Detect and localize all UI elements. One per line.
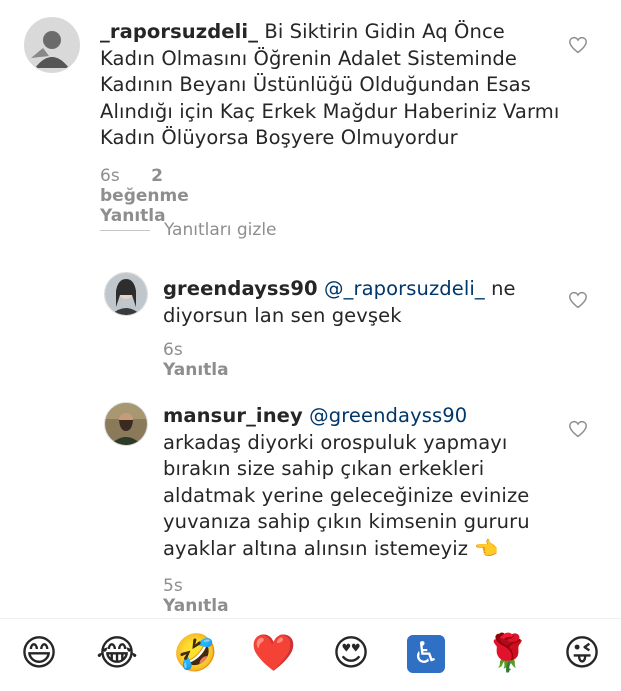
mention-link[interactable]: @greendayss90 <box>309 404 467 427</box>
timestamp: 6s <box>163 340 183 360</box>
red-heart-emoji-icon[interactable]: ❤️ <box>251 632 296 676</box>
rolling-laughing-emoji-icon[interactable]: 🤣 <box>173 632 218 676</box>
divider-line <box>100 229 150 231</box>
avatar-image <box>105 403 147 445</box>
username[interactable]: _raporsuzdeli_ <box>100 20 258 43</box>
reply-text: mansur_iney @greendayss90 arkadaş diyork… <box>163 403 563 562</box>
username[interactable]: mansur_iney <box>163 404 303 427</box>
username[interactable]: greendayss90 <box>163 277 318 300</box>
reply-button[interactable]: Yanıtla <box>163 596 229 616</box>
tears-of-joy-emoji-icon[interactable]: 😂 <box>95 632 139 676</box>
comment-meta: 6s 2 beğenme Yanıtla <box>100 166 215 226</box>
reply-button[interactable]: Yanıtla <box>163 360 229 380</box>
timestamp: 6s <box>100 166 120 186</box>
comment-text: _raporsuzdeli_ Bi Siktirin Gidin Aq Önce… <box>100 19 560 152</box>
like-heart-icon[interactable] <box>568 420 588 438</box>
timestamp: 5s <box>163 576 183 596</box>
avatar-image <box>105 273 147 315</box>
hide-replies-label: Yanıtları gizle <box>164 220 277 240</box>
avatar[interactable] <box>104 402 148 446</box>
mention-link[interactable]: @_raporsuzdeli_ <box>324 277 485 300</box>
wheelchair-emoji-icon[interactable]: ♿ <box>407 635 445 673</box>
reply-meta: 6s Yanıtla <box>163 340 255 380</box>
avatar-image <box>25 18 79 72</box>
like-heart-icon[interactable] <box>568 36 588 54</box>
heart-eyes-emoji-icon[interactable]: 😍 <box>329 632 373 676</box>
winking-tongue-emoji-icon[interactable]: 😜 <box>560 632 604 676</box>
avatar[interactable] <box>104 272 148 316</box>
rose-emoji-icon[interactable]: 🌹 <box>485 632 530 676</box>
grinning-smiling-eyes-emoji-icon[interactable]: 😄 <box>17 632 61 676</box>
reply-meta: 5s Yanıtla <box>163 576 255 616</box>
quick-reaction-bar: 😄 😂 🤣 ❤️ 😍 ♿ 🌹 😜 <box>0 618 621 691</box>
reply-text: greendayss90 @_raporsuzdeli_ ne diyorsun… <box>163 276 543 329</box>
like-heart-icon[interactable] <box>568 291 588 309</box>
hide-replies-toggle[interactable]: Yanıtları gizle <box>100 220 277 240</box>
avatar[interactable] <box>24 17 80 73</box>
reply-body: arkadaş diyorki orospuluk yapmayı bırakı… <box>163 430 530 560</box>
